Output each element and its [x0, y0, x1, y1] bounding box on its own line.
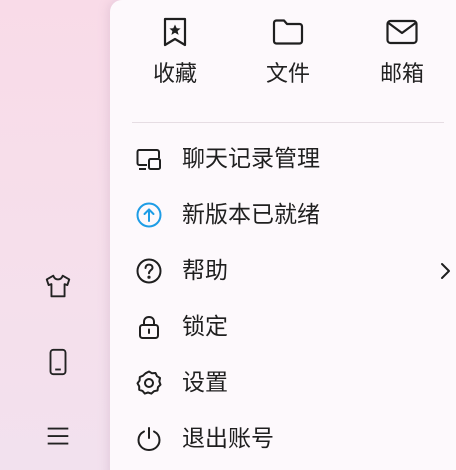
update-icon — [134, 200, 164, 230]
menu-item-label: 新版本已就绪 — [182, 202, 320, 228]
menu-item-label: 聊天记录管理 — [182, 146, 320, 172]
menu-item-lock[interactable]: 锁定 — [110, 301, 456, 353]
chevron-right-icon — [441, 263, 450, 279]
menu-item-label: 设置 — [182, 370, 228, 396]
divider — [132, 122, 444, 123]
quick-action-label: 收藏 — [152, 62, 197, 87]
sidebar — [0, 0, 112, 470]
menu-item-label: 锁定 — [182, 314, 228, 340]
quick-action-label: 邮箱 — [379, 62, 424, 87]
power-icon — [134, 424, 164, 454]
chat-history-icon — [134, 144, 164, 174]
main-menu-popup: 收藏 文件 邮箱 聊天记录管理 新版本已就绪 帮助 锁定 设置 退出账号 — [110, 0, 456, 470]
lock-icon — [134, 312, 164, 342]
bookmark-icon — [163, 17, 187, 47]
menu-item-logout[interactable]: 退出账号 — [110, 413, 456, 465]
folder-icon — [272, 19, 304, 45]
mail-icon — [386, 19, 418, 45]
quick-action-label: 文件 — [265, 62, 310, 87]
menu-item-update[interactable]: 新版本已就绪 — [110, 189, 456, 241]
quick-actions: 收藏 文件 邮箱 — [110, 14, 456, 104]
menu-item-label: 帮助 — [182, 258, 228, 284]
menu-item-help[interactable]: 帮助 — [110, 245, 456, 297]
menu-item-settings[interactable]: 设置 — [110, 357, 456, 409]
quick-action-mail[interactable]: 邮箱 — [362, 14, 442, 88]
menu-icon[interactable] — [42, 420, 74, 452]
skin-icon[interactable] — [42, 270, 74, 302]
quick-action-files[interactable]: 文件 — [248, 14, 328, 88]
gear-icon — [134, 368, 164, 398]
menu-item-label: 退出账号 — [182, 426, 274, 452]
quick-action-favorites[interactable]: 收藏 — [135, 14, 215, 88]
help-icon — [134, 256, 164, 286]
menu-item-chat-history[interactable]: 聊天记录管理 — [110, 133, 456, 185]
phone-icon[interactable] — [42, 346, 74, 378]
